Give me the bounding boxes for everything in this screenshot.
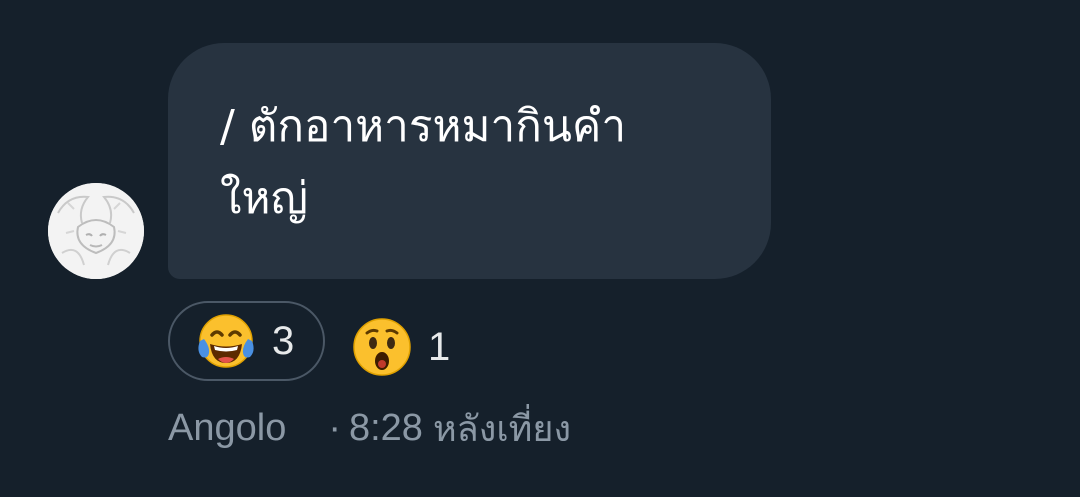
reaction-astonished[interactable]: 1 (350, 307, 450, 387)
reaction-count: 3 (272, 318, 295, 363)
avatar-sketch-image (48, 183, 144, 279)
astonished-face-icon (353, 318, 411, 376)
reaction-count: 1 (428, 324, 451, 369)
meta-separator: · (328, 406, 341, 449)
avatar[interactable] (48, 183, 144, 279)
message-meta: Angolo · 8:28 หลังเที่ยง (168, 400, 571, 456)
reaction-laughing[interactable]: 3 (168, 301, 325, 381)
author-name[interactable]: Angolo (168, 407, 286, 450)
message-text: / ตักอาหารหมากินคำ ใหญ่ (220, 101, 627, 224)
message-period: หลังเที่ยง (432, 408, 572, 450)
face-with-tears-of-joy-icon (198, 314, 254, 368)
message-bubble[interactable]: / ตักอาหารหมากินคำ ใหญ่ (168, 43, 771, 279)
message-time: 8:28 (348, 406, 423, 449)
